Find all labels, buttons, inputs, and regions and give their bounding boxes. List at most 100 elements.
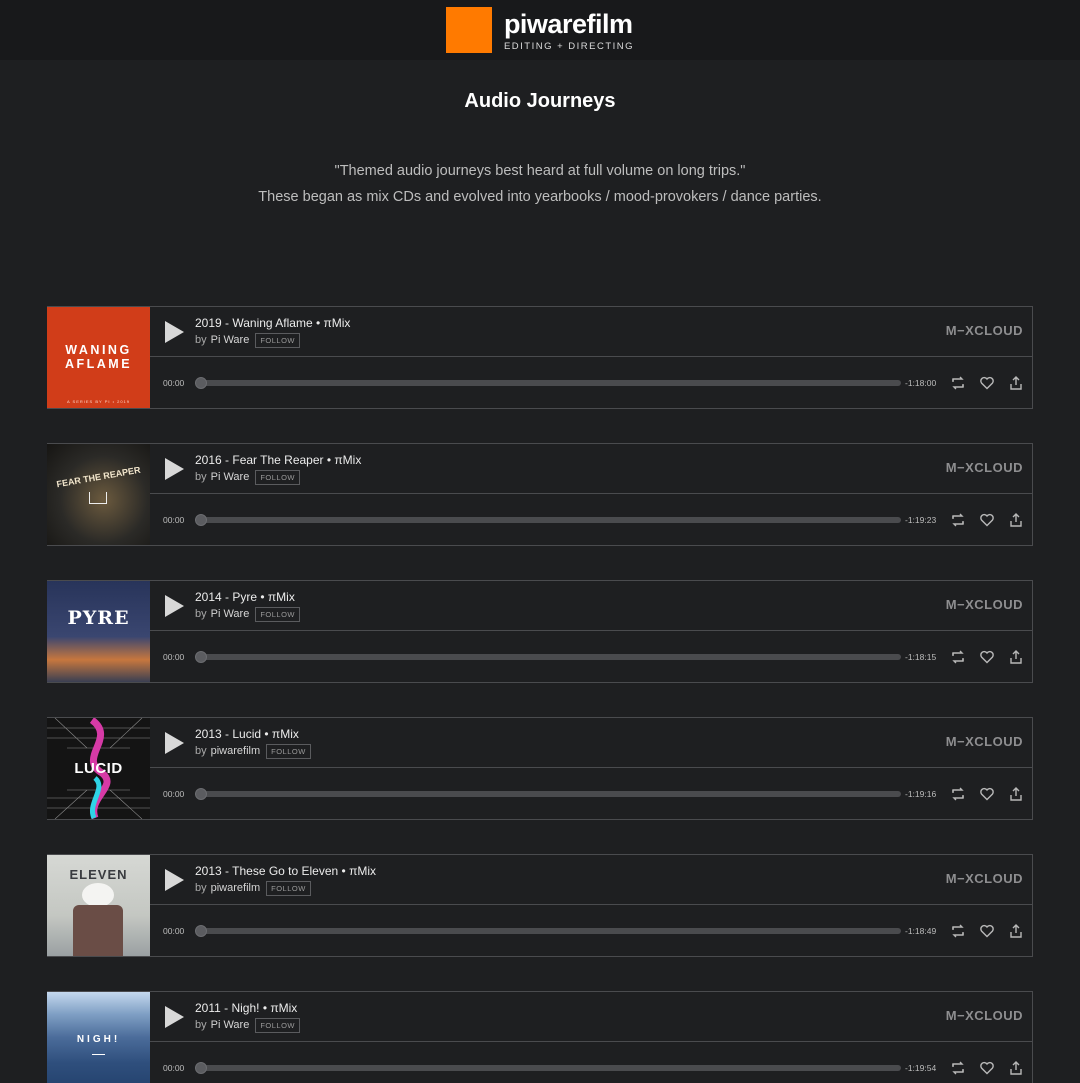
by-line: by Pi Ware FOLLOW <box>195 606 301 622</box>
elapsed-time: 00:00 <box>163 1062 185 1073</box>
cover-art[interactable]: NIGH! <box>47 992 150 1083</box>
heart-icon[interactable] <box>977 510 997 530</box>
cloud-head <box>82 883 114 907</box>
page-title: Audio Journeys <box>464 90 616 112</box>
elapsed-time: 00:00 <box>163 514 185 525</box>
share-icon[interactable] <box>1006 373 1026 393</box>
scrubber-handle[interactable] <box>195 376 207 389</box>
logo-subtitle: EDITING + DIRECTING <box>503 40 635 52</box>
cover-title: NIGH! <box>76 1034 121 1045</box>
heart-icon[interactable] <box>977 921 997 941</box>
mixcloud-logo[interactable]: M−XCLOUD <box>946 460 1023 475</box>
repeat-icon[interactable] <box>948 373 968 393</box>
cover-art[interactable]: LUCID <box>47 718 150 819</box>
remaining-time: -1:18:15 <box>905 651 937 662</box>
by-line: by piwarefilm FOLLOW <box>195 880 376 896</box>
progress-scrubber[interactable] <box>195 924 901 937</box>
artist-link[interactable]: Pi Ware <box>211 334 250 346</box>
track-title[interactable]: 2013 - These Go to Eleven • πMix <box>195 864 376 878</box>
progress-scrubber[interactable] <box>195 1061 901 1074</box>
share-icon[interactable] <box>1006 784 1026 804</box>
share-icon[interactable] <box>1006 1058 1026 1078</box>
top-bar: piwarefilm EDITING + DIRECTING <box>0 0 1080 60</box>
logo-mark <box>445 7 492 53</box>
scrubber-handle[interactable] <box>195 513 207 526</box>
by-line: by Pi Ware FOLLOW <box>195 332 350 348</box>
mixcloud-player: PYRE 2014 - Pyre • πMix by Pi Ware FOLLO… <box>47 580 1033 683</box>
cover-title: FEAR THE REAPER <box>55 464 142 490</box>
play-button[interactable] <box>163 868 185 891</box>
artist-link[interactable]: Pi Ware <box>211 471 250 483</box>
elapsed-time: 00:00 <box>163 788 185 799</box>
by-line: by Pi Ware FOLLOW <box>195 1017 301 1033</box>
track-title[interactable]: 2014 - Pyre • πMix <box>195 590 300 604</box>
repeat-icon[interactable] <box>948 647 968 667</box>
cover-art[interactable]: FEAR THE REAPER <box>47 444 150 545</box>
heart-icon[interactable] <box>977 373 997 393</box>
by-label: by <box>195 334 207 346</box>
mixcloud-logo[interactable]: M−XCLOUD <box>946 323 1023 338</box>
follow-button[interactable]: FOLLOW <box>255 606 301 622</box>
site-logo[interactable]: piwarefilm EDITING + DIRECTING <box>445 7 635 53</box>
repeat-icon[interactable] <box>948 1058 968 1078</box>
progress-scrubber[interactable] <box>195 376 901 389</box>
play-button[interactable] <box>163 320 185 343</box>
scrubber-handle[interactable] <box>195 1061 207 1074</box>
mixcloud-logo[interactable]: M−XCLOUD <box>946 734 1023 749</box>
remaining-time: -1:19:16 <box>905 788 937 799</box>
play-button[interactable] <box>163 457 185 480</box>
by-label: by <box>195 471 207 483</box>
follow-button[interactable]: FOLLOW <box>266 743 311 759</box>
scrubber-handle[interactable] <box>195 650 207 663</box>
scrubber-handle[interactable] <box>195 924 207 937</box>
intro-line-2: These began as mix CDs and evolved into … <box>258 189 822 205</box>
heart-icon[interactable] <box>977 647 997 667</box>
progress-scrubber[interactable] <box>195 787 901 800</box>
follow-button[interactable]: FOLLOW <box>255 1017 301 1033</box>
play-button[interactable] <box>163 731 185 754</box>
remaining-time: -1:18:00 <box>905 377 937 388</box>
track-title[interactable]: 2019 - Waning Aflame • πMix <box>195 316 350 330</box>
suited-figure <box>73 905 123 956</box>
heart-icon[interactable] <box>977 1058 997 1078</box>
heart-icon[interactable] <box>977 784 997 804</box>
track-title[interactable]: 2013 - Lucid • πMix <box>195 727 311 741</box>
scrubber-handle[interactable] <box>195 787 207 800</box>
play-button[interactable] <box>163 594 185 617</box>
elapsed-time: 00:00 <box>163 651 185 662</box>
cover-art[interactable]: WANING AFLAME A SERIES BY PI • 2019 <box>47 307 150 408</box>
cover-art[interactable]: ELEVEN <box>47 855 150 956</box>
mixcloud-logo[interactable]: M−XCLOUD <box>946 871 1023 886</box>
share-icon[interactable] <box>1006 647 1026 667</box>
follow-button[interactable]: FOLLOW <box>266 880 311 896</box>
remaining-time: -1:19:23 <box>905 514 937 525</box>
remaining-time: -1:19:54 <box>905 1062 937 1073</box>
artist-link[interactable]: Pi Ware <box>211 608 250 620</box>
play-button[interactable] <box>163 1005 185 1028</box>
follow-button[interactable]: FOLLOW <box>255 332 301 348</box>
share-icon[interactable] <box>1006 510 1026 530</box>
mixcloud-logo[interactable]: M−XCLOUD <box>946 597 1023 612</box>
intro-line-1: "Themed audio journeys best heard at ful… <box>334 163 746 179</box>
progress-scrubber[interactable] <box>195 650 901 663</box>
cover-title: PYRE <box>67 607 130 629</box>
mixcloud-player: FEAR THE REAPER 2016 - Fear The Reaper •… <box>47 443 1033 546</box>
by-label: by <box>195 1019 207 1031</box>
remaining-time: -1:18:49 <box>905 925 937 936</box>
artist-link[interactable]: piwarefilm <box>211 745 261 757</box>
repeat-icon[interactable] <box>948 921 968 941</box>
intro-text: "Themed audio journeys best heard at ful… <box>0 158 1080 210</box>
elapsed-time: 00:00 <box>163 925 185 936</box>
artist-link[interactable]: piwarefilm <box>211 882 261 894</box>
artist-link[interactable]: Pi Ware <box>211 1019 250 1031</box>
track-title[interactable]: 2011 - Nigh! • πMix <box>195 1001 300 1015</box>
cover-art[interactable]: PYRE <box>47 581 150 682</box>
repeat-icon[interactable] <box>948 784 968 804</box>
mixcloud-logo[interactable]: M−XCLOUD <box>946 1008 1023 1023</box>
progress-scrubber[interactable] <box>195 513 901 526</box>
track-title[interactable]: 2016 - Fear The Reaper • πMix <box>195 453 361 467</box>
repeat-icon[interactable] <box>948 510 968 530</box>
follow-button[interactable]: FOLLOW <box>255 469 301 485</box>
cover-title: LUCID <box>74 760 123 777</box>
share-icon[interactable] <box>1006 921 1026 941</box>
